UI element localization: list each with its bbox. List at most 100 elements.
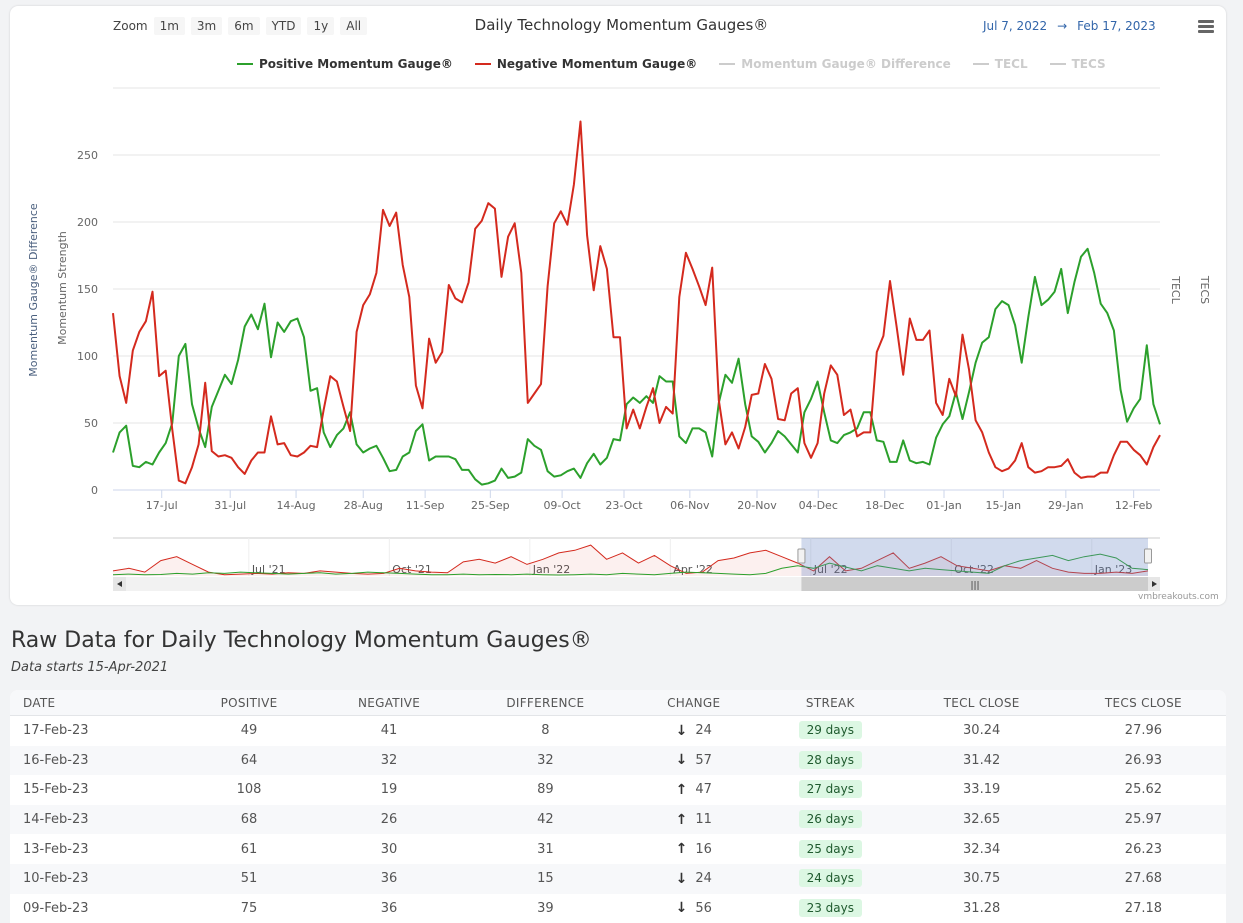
cell-positive: 49 (240, 723, 258, 739)
cell-difference: 42 (537, 812, 554, 828)
cell-tecs-close: 26.93 (1124, 752, 1163, 768)
x-tick-label: 18-Dec (865, 499, 904, 512)
x-tick-label: 23-Oct (605, 499, 643, 512)
cell-streak: 28 days (758, 750, 902, 769)
tecl-axis-title: TECL (1169, 275, 1182, 304)
chart-credit[interactable]: vmbreakouts.com (1138, 592, 1219, 602)
streak-badge: 26 days (798, 810, 862, 829)
x-tick-label: 11-Sep (406, 499, 445, 512)
legend-difference[interactable]: Momentum Gauge® Difference (719, 57, 951, 71)
streak-badge: 23 days (798, 898, 862, 917)
table-row: 09-Feb-23 75 36 39 ↓ 56 23 days 31.28 27.… (10, 894, 1226, 923)
navigator-left-handle[interactable] (797, 548, 806, 564)
x-tick-label: 14-Aug (276, 499, 315, 512)
y-axis-title-difference: Momentum Gauge® Difference (27, 203, 40, 377)
cell-difference: 8 (541, 723, 550, 739)
table-row: 10-Feb-23 51 36 15 ↓ 24 24 days 30.75 27.… (10, 863, 1226, 894)
cell-streak: 29 days (758, 721, 902, 740)
col-tecs-close[interactable]: TECS CLOSE (1061, 696, 1226, 710)
y-tick-label: 0 (91, 484, 98, 497)
cell-date: 14-Feb-23 (23, 812, 89, 828)
x-tick-label: 01-Jan (926, 499, 962, 512)
cell-difference: 39 (537, 900, 554, 916)
cell-streak: 26 days (758, 810, 902, 829)
table-row: 17-Feb-23 49 41 8 ↓ 24 29 days 30.24 27.9… (10, 716, 1226, 746)
x-tick-label: 17-Jul (146, 499, 178, 512)
change-value: 24 (695, 723, 712, 739)
legend-negative[interactable]: Negative Momentum Gauge® (474, 57, 697, 71)
change-value: 16 (695, 841, 712, 857)
col-negative[interactable]: NEGATIVE (317, 696, 461, 710)
table-row: 15-Feb-23 108 19 89 ↑ 47 27 days 33.19 25… (10, 775, 1226, 805)
cell-difference: 15 (537, 871, 554, 887)
col-positive[interactable]: POSITIVE (181, 696, 317, 710)
x-tick-label: 04-Dec (799, 499, 838, 512)
cell-date: 17-Feb-23 (23, 723, 89, 739)
legend-swatch (719, 63, 736, 65)
cell-difference: 31 (537, 841, 554, 857)
cell-change: ↑ 47 (629, 782, 758, 798)
cell-positive: 61 (240, 841, 258, 857)
cell-tecs-close: 26.23 (1124, 841, 1163, 857)
streak-badge: 24 days (798, 869, 862, 888)
legend-positive[interactable]: Positive Momentum Gauge® (237, 57, 453, 71)
cell-date: 15-Feb-23 (23, 782, 89, 798)
change-value: 56 (695, 900, 712, 916)
cell-tecs-close: 25.97 (1124, 812, 1163, 828)
legend-label: TECL (994, 57, 1028, 71)
range-arrow: → (1057, 19, 1068, 33)
y-tick-label: 200 (77, 216, 98, 229)
cell-positive: 51 (240, 871, 258, 887)
change-value: 57 (695, 752, 712, 768)
cell-negative: 36 (380, 871, 398, 887)
raw-data-heading: Raw Data for Daily Technology Momentum G… (11, 628, 592, 653)
table-row: 14-Feb-23 68 26 42 ↑ 11 26 days 32.65 25.… (10, 804, 1226, 835)
legend-tecl[interactable]: TECL (972, 57, 1028, 71)
range-to-input[interactable]: Feb 17, 2023 (1077, 19, 1156, 33)
positive-gauge-line[interactable] (112, 247, 1161, 486)
col-date[interactable]: DATE (10, 696, 181, 710)
scrollbar-grip-icon: ||| (970, 581, 979, 591)
navigator-right-handle[interactable] (1144, 548, 1152, 564)
cell-tecl-close: 32.34 (963, 841, 1001, 857)
cell-negative: 30 (380, 841, 398, 857)
cell-positive: 108 (236, 782, 262, 798)
x-tick-label: 20-Nov (737, 499, 777, 512)
legend-label: Positive Momentum Gauge® (259, 57, 453, 71)
legend-swatch (474, 63, 491, 65)
legend-swatch (972, 63, 989, 65)
streak-badge: 29 days (798, 721, 862, 740)
hamburger-menu-icon[interactable] (1198, 20, 1214, 35)
cell-positive: 64 (240, 752, 258, 768)
arrow-up-icon: ↑ (675, 811, 688, 828)
col-change[interactable]: CHANGE (629, 696, 758, 710)
table-row: 16-Feb-23 64 32 32 ↓ 57 28 days 31.42 26.… (10, 745, 1226, 776)
cell-tecl-close: 30.75 (963, 871, 1001, 887)
navigator-selection[interactable] (801, 538, 1148, 576)
change-value: 24 (695, 871, 712, 887)
cell-difference: 89 (537, 782, 554, 798)
streak-badge: 28 days (798, 750, 862, 769)
arrow-down-icon: ↓ (675, 722, 688, 739)
range-from-input[interactable]: Jul 7, 2022 (983, 19, 1047, 33)
date-range: Jul 7, 2022 → Feb 17, 2023 (983, 19, 1166, 33)
cell-streak: 27 days (758, 780, 902, 799)
col-tecl-close[interactable]: TECL CLOSE (903, 696, 1061, 710)
cell-streak: 24 days (758, 869, 902, 888)
cell-negative: 36 (380, 900, 398, 916)
cell-tecs-close: 27.96 (1124, 723, 1163, 739)
arrow-up-icon: ↑ (675, 841, 688, 858)
cell-positive: 68 (240, 812, 258, 828)
cell-date: 09-Feb-23 (23, 900, 89, 916)
x-tick-label: 09-Oct (543, 499, 581, 512)
col-difference[interactable]: DIFFERENCE (461, 696, 629, 710)
legend-label: TECS (1071, 57, 1106, 71)
tecs-axis-title: TECS (1198, 275, 1211, 304)
col-streak[interactable]: STREAK (758, 696, 902, 710)
legend-tecs[interactable]: TECS (1049, 57, 1106, 71)
streak-badge: 27 days (798, 780, 862, 799)
change-value: 47 (695, 782, 712, 798)
arrow-down-icon: ↓ (675, 900, 688, 917)
x-tick-label: 12-Feb (1115, 499, 1152, 512)
cell-change: ↓ 56 (629, 900, 758, 916)
